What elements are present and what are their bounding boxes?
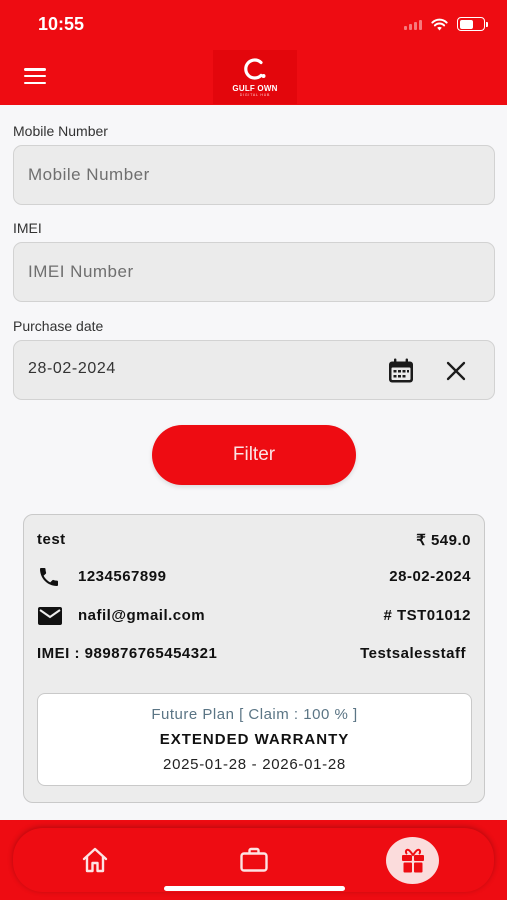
mobile-number-input[interactable] bbox=[14, 146, 494, 204]
tab-gift-active[interactable] bbox=[386, 837, 439, 884]
plan-type: EXTENDED WARRANTY bbox=[159, 731, 350, 748]
email-icon bbox=[38, 607, 62, 625]
plan-details-box: Future Plan [ Claim : 100 % ] EXTENDED W… bbox=[37, 693, 472, 786]
gift-icon bbox=[401, 848, 424, 872]
reference-number: # TST01012 bbox=[383, 607, 471, 624]
calendar-icon[interactable] bbox=[387, 357, 415, 385]
logo-subtitle: DIGITAL HUB bbox=[239, 93, 271, 97]
imei-field-wrapper bbox=[13, 242, 495, 302]
customer-phone: 1234567899 bbox=[78, 568, 167, 585]
phone-icon bbox=[40, 568, 58, 586]
menu-button[interactable] bbox=[24, 68, 46, 84]
bottom-nav bbox=[13, 828, 494, 892]
warranty-result-card[interactable]: test ₹ 549.0 1234567899 28-02-2024 nafil… bbox=[23, 514, 485, 803]
filter-button[interactable]: Filter bbox=[152, 425, 356, 485]
amount: ₹ 549.0 bbox=[416, 532, 471, 549]
imei-input[interactable] bbox=[14, 243, 494, 301]
status-time: 10:55 bbox=[38, 14, 85, 34]
customer-email: nafil@gmail.com bbox=[78, 607, 206, 624]
app-header: 10:55 GULF OWN DIGITAL HUB bbox=[0, 0, 507, 105]
customer-name: test bbox=[37, 531, 66, 548]
plan-validity-dates: 2025-01-28 - 2026-01-28 bbox=[163, 756, 346, 773]
home-indicator bbox=[164, 886, 345, 891]
purchase-date-value: 28-02-2024 bbox=[28, 360, 116, 377]
clear-icon[interactable] bbox=[445, 360, 467, 382]
mobile-number-label: Mobile Number bbox=[13, 123, 108, 139]
plan-name: Future Plan [ Claim : 100 % ] bbox=[151, 706, 358, 723]
home-icon[interactable] bbox=[79, 844, 111, 876]
app-logo: GULF OWN DIGITAL HUB bbox=[213, 50, 297, 104]
briefcase-icon[interactable] bbox=[238, 844, 270, 876]
logo-mark-icon bbox=[244, 58, 266, 80]
purchase-date: 28-02-2024 bbox=[389, 568, 471, 585]
wifi-icon bbox=[431, 18, 448, 30]
purchase-date-label: Purchase date bbox=[13, 318, 104, 334]
logo-name: GULF OWN bbox=[232, 84, 278, 93]
imei-label: IMEI bbox=[13, 220, 42, 236]
mobile-number-field-wrapper bbox=[13, 145, 495, 205]
status-icons bbox=[404, 17, 488, 31]
purchase-date-field[interactable]: 28-02-2024 bbox=[13, 340, 495, 400]
sales-staff: Testsalesstaff bbox=[360, 645, 466, 662]
battery-icon bbox=[457, 17, 488, 31]
cellular-signal-icon bbox=[404, 19, 422, 30]
imei-number: IMEI : 989876765454321 bbox=[37, 645, 218, 662]
